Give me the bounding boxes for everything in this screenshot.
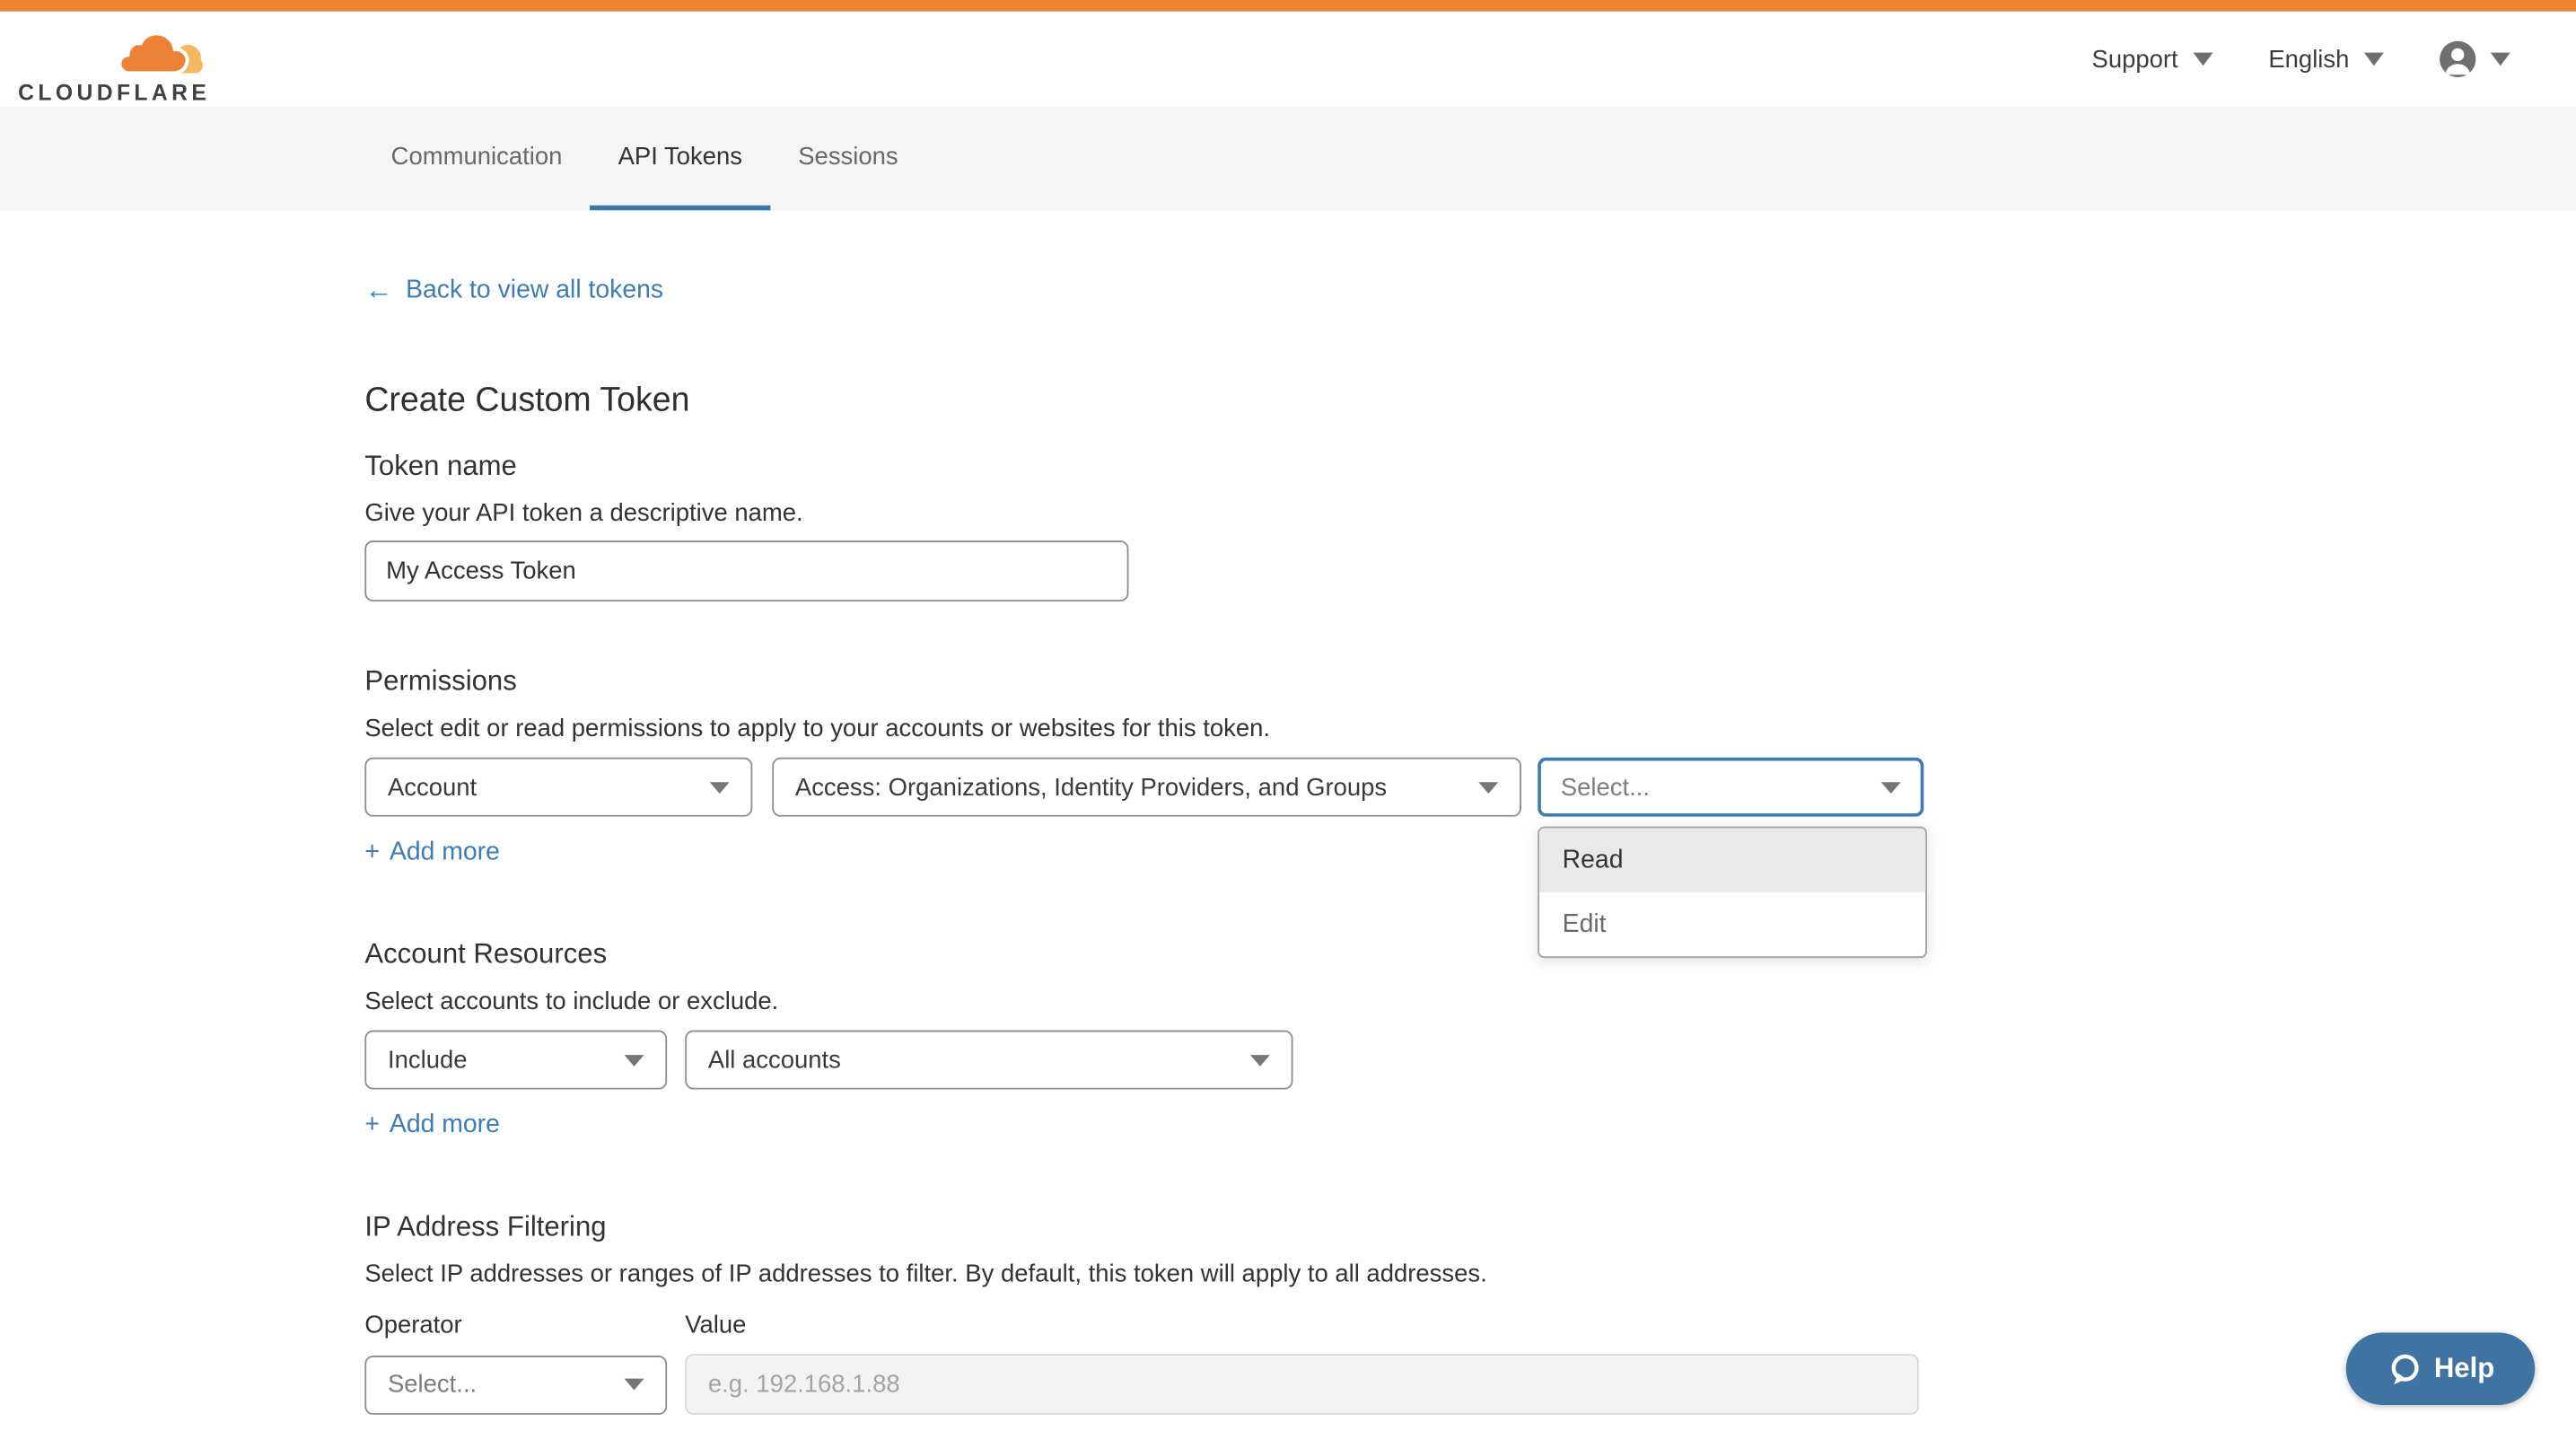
permissions-heading: Permissions (364, 665, 2576, 698)
chevron-down-icon (1478, 781, 1498, 793)
tab-communication[interactable]: Communication (364, 107, 591, 210)
cloudflare-cloud-icon (111, 28, 206, 77)
permissions-row: Account Access: Organizations, Identity … (364, 758, 2576, 817)
account-resources-row: Include All accounts (364, 1031, 2576, 1090)
main-content: ← Back to view all tokens Create Custom … (0, 210, 2576, 1415)
token-name-description: Give your API token a descriptive name. (364, 499, 2576, 529)
chevron-down-icon (625, 1379, 644, 1391)
permission-resource-value: Access: Organizations, Identity Provider… (795, 773, 1387, 801)
chevron-down-icon (1250, 1054, 1270, 1066)
chevron-down-icon (2491, 53, 2510, 66)
account-resources-description: Select accounts to include or exclude. (364, 988, 2576, 1017)
language-menu[interactable]: English (2268, 45, 2383, 73)
chevron-down-icon (1881, 781, 1901, 793)
support-menu-label: Support (2092, 45, 2178, 73)
header-menu: Support English (2092, 12, 2510, 107)
brand-accent-bar (0, 0, 2576, 12)
help-button-label: Help (2434, 1352, 2494, 1385)
cloudflare-logo[interactable]: CLOUDFLARE (18, 28, 210, 105)
account-resources-add-more-label: Add more (390, 1111, 500, 1140)
back-to-tokens-link[interactable]: ← Back to view all tokens (364, 276, 663, 305)
ip-operator-value: Select... (388, 1371, 477, 1399)
permission-access-select[interactable]: Select... (1538, 758, 1923, 817)
page-title: Create Custom Token (364, 382, 2576, 421)
chevron-down-icon (625, 1054, 644, 1066)
ip-filtering-heading: IP Address Filtering (364, 1211, 2576, 1244)
cloudflare-wordmark: CLOUDFLARE (18, 81, 210, 105)
value-label: Value (685, 1312, 746, 1341)
ip-filtering-labels: Operator Value (364, 1312, 2576, 1341)
account-scope-select[interactable]: All accounts (685, 1031, 1292, 1090)
user-avatar-icon (2440, 41, 2475, 77)
permissions-add-more-link[interactable]: + Add more (364, 838, 500, 867)
permissions-description: Select edit or read permissions to apply… (364, 715, 2576, 744)
dropdown-option-edit[interactable]: Edit (1539, 892, 1925, 956)
chevron-down-icon (2193, 53, 2212, 66)
top-header: CLOUDFLARE Support English (0, 12, 2576, 107)
permission-resource-select[interactable]: Access: Organizations, Identity Provider… (772, 758, 1521, 817)
ip-filtering-row: Select... (364, 1354, 2576, 1415)
operator-label: Operator (364, 1312, 685, 1341)
permission-scope-value: Account (388, 773, 477, 801)
tab-api-tokens[interactable]: API Tokens (590, 107, 770, 210)
plus-icon: + (364, 1111, 380, 1140)
page: CLOUDFLARE Support English (0, 0, 2576, 1431)
plus-icon: + (364, 838, 380, 867)
back-arrow-icon: ← (364, 276, 392, 305)
account-scope-value: All accounts (708, 1046, 841, 1074)
dropdown-option-read[interactable]: Read (1539, 828, 1925, 891)
support-menu[interactable]: Support (2092, 45, 2213, 73)
access-level-dropdown-menu: Read Edit (1538, 827, 1927, 958)
account-mode-value: Include (388, 1046, 468, 1074)
account-menu[interactable] (2440, 41, 2510, 77)
back-link-label: Back to view all tokens (406, 276, 663, 305)
token-name-input[interactable] (364, 540, 1128, 601)
account-resources-heading: Account Resources (364, 938, 2576, 971)
token-name-heading: Token name (364, 451, 2576, 484)
chat-bubble-icon (2387, 1351, 2421, 1385)
permission-access-value: Select... (1561, 773, 1650, 801)
chevron-down-icon (2364, 53, 2384, 66)
ip-operator-select[interactable]: Select... (364, 1355, 667, 1414)
ip-filtering-description: Select IP addresses or ranges of IP addr… (364, 1260, 2576, 1290)
permissions-add-more-label: Add more (390, 838, 500, 867)
account-mode-select[interactable]: Include (364, 1031, 667, 1090)
profile-tabs: Communication API Tokens Sessions (0, 107, 2576, 210)
permission-scope-select[interactable]: Account (364, 758, 752, 817)
chevron-down-icon (710, 781, 730, 793)
help-button[interactable]: Help (2346, 1332, 2535, 1405)
ip-value-input[interactable] (685, 1354, 1919, 1415)
account-resources-add-more-link[interactable]: + Add more (364, 1111, 500, 1140)
tab-sessions[interactable]: Sessions (770, 107, 926, 210)
language-menu-label: English (2268, 45, 2349, 73)
